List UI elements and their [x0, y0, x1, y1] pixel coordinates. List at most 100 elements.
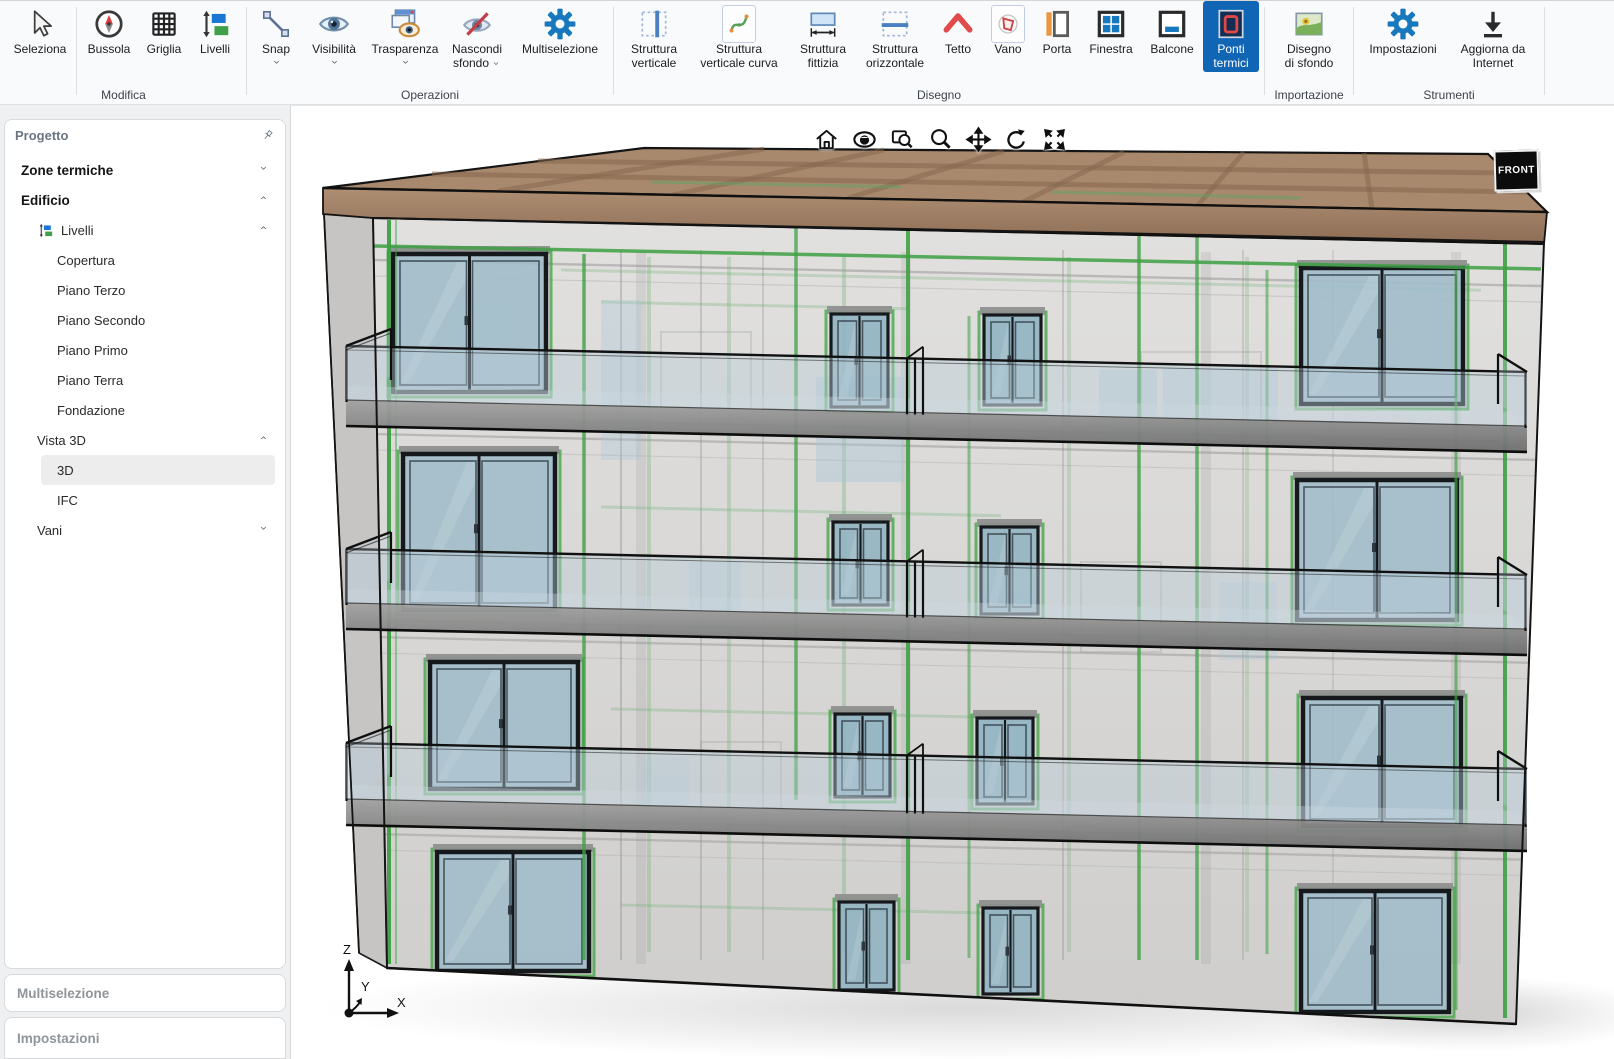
- ribbon-button-livelli[interactable]: Livelli: [189, 1, 241, 59]
- orbit-eye-icon[interactable]: [851, 126, 878, 153]
- ribbon-group-strumenti: Impostazioni Aggiorna daInternet Strumenti: [1357, 1, 1541, 104]
- livelli-icon: [37, 222, 54, 239]
- ribbon-button-visibilita[interactable]: Visibilità: [300, 1, 368, 69]
- ribbon-button-label: Balcone: [1150, 43, 1193, 57]
- ribbon-button-impostazioni[interactable]: Impostazioni: [1359, 1, 1447, 59]
- ribbon-button-label: Tetto: [945, 43, 971, 57]
- ribbon-button-label: Nascondisfondo: [452, 43, 502, 70]
- ribbon-group-divider: [1264, 7, 1265, 95]
- ribbon-button-label: Strutturaorizzontale: [866, 43, 924, 70]
- tree-item-label: Piano Terra: [57, 373, 123, 388]
- ribbon-button-seleziona[interactable]: Seleziona: [6, 1, 74, 59]
- ribbon-button-label: Griglia: [147, 43, 182, 57]
- ribbon-button-tetto[interactable]: Tetto: [933, 1, 983, 59]
- ribbon-group-divider: [1353, 7, 1354, 95]
- chevron-up-icon[interactable]: [258, 224, 269, 232]
- multiselezione-panel-header[interactable]: Multiselezione: [4, 974, 286, 1012]
- chevron-down-icon[interactable]: [258, 524, 269, 532]
- gear-icon: [543, 7, 577, 41]
- ribbon-button-vano[interactable]: Vano: [983, 1, 1033, 59]
- chevron-down-icon: [491, 60, 501, 67]
- tree-item-label: Livelli: [61, 223, 94, 238]
- tree-item-label: Vista 3D: [37, 433, 86, 448]
- chevron-up-icon[interactable]: [258, 434, 269, 442]
- tree-item-fondazione[interactable]: Fondazione: [5, 395, 285, 425]
- pin-icon[interactable]: [260, 128, 275, 143]
- tree-item-edificio[interactable]: Edificio: [5, 185, 285, 215]
- ribbon-button-trasparenza[interactable]: Trasparenza: [368, 1, 442, 69]
- chevron-up-icon[interactable]: [258, 194, 269, 202]
- building-model[interactable]: [321, 148, 1614, 1059]
- tree-item-piano-terzo[interactable]: Piano Terzo: [5, 275, 285, 305]
- ribbon-group-divider: [246, 7, 247, 95]
- axis-y-label: Y: [361, 979, 370, 994]
- tree-item-piano-primo[interactable]: Piano Primo: [5, 335, 285, 365]
- axis-z-label: Z: [343, 942, 351, 957]
- gear-icon: [1386, 7, 1420, 41]
- balcony-icon: [1155, 7, 1189, 41]
- window-icon: [1094, 7, 1128, 41]
- tree-item-label: Zone termiche: [21, 163, 113, 178]
- ribbon-button-disegno-di-sfondo[interactable]: Disegnodi sfondo: [1270, 1, 1348, 72]
- axis-x-label: X: [397, 995, 406, 1010]
- ribbon-button-porta[interactable]: Porta: [1033, 1, 1081, 59]
- ribbon-group-operazioni: Snap Visibilità Trasparenza Nascondisfondo M…: [250, 1, 610, 104]
- ribbon-button-label: Disegnodi sfondo: [1285, 43, 1334, 70]
- project-panel-title: Progetto: [15, 128, 68, 143]
- struct-f-icon: [806, 7, 840, 41]
- navigation-cube[interactable]: FRONT: [1493, 149, 1539, 191]
- home-view-icon[interactable]: [813, 126, 840, 153]
- hide-bg-icon: [460, 7, 494, 41]
- tree-item-label: Edificio: [21, 193, 70, 208]
- impostazioni-panel-header[interactable]: Impostazioni: [4, 1017, 286, 1059]
- ribbon-button-ponti-termici[interactable]: Pontitermici: [1203, 1, 1259, 72]
- chevron-down-icon[interactable]: [258, 164, 269, 172]
- ribbon-button-griglia[interactable]: Griglia: [139, 1, 189, 59]
- eye-icon: [317, 7, 351, 41]
- tree-item-label: Piano Terzo: [57, 283, 125, 298]
- ribbon-button-finestra[interactable]: Finestra: [1081, 1, 1141, 59]
- 3d-viewport[interactable]: FRONT Z Y X: [290, 105, 1614, 1059]
- ribbon-group-label: Strumenti: [1357, 88, 1541, 102]
- ribbon-button-snap[interactable]: Snap: [252, 1, 300, 69]
- download-icon: [1476, 7, 1510, 41]
- cursor-icon: [23, 7, 57, 41]
- ribbon-group-label: Importazione: [1268, 88, 1350, 102]
- ribbon-button-label: Snap: [262, 43, 290, 57]
- ribbon-button-label: Impostazioni: [1369, 43, 1436, 57]
- rotate-icon[interactable]: [1003, 126, 1030, 153]
- tree-item-copertura[interactable]: Copertura: [5, 245, 285, 275]
- ribbon-button-aggiorna-da-internet[interactable]: Aggiorna daInternet: [1447, 1, 1539, 72]
- tree-item-label: Copertura: [57, 253, 115, 268]
- tree-item-label: Piano Primo: [57, 343, 128, 358]
- ribbon-button-struttura-fittizia[interactable]: Strutturafittizia: [789, 1, 857, 72]
- tree-item-piano-terra[interactable]: Piano Terra: [5, 365, 285, 395]
- ribbon-button-label: Multiselezione: [522, 43, 598, 57]
- ribbon-group-disegno: Strutturaverticale Strutturaverticale cur…: [617, 1, 1261, 104]
- ribbon-button-struttura-orizzontale[interactable]: Strutturaorizzontale: [857, 1, 933, 72]
- tree-item-vani[interactable]: Vani: [5, 515, 285, 545]
- tree-item-vista-3d[interactable]: Vista 3D: [5, 425, 285, 455]
- ribbon-button-label: Visibilità: [312, 43, 356, 57]
- fit-screen-icon[interactable]: [1041, 126, 1068, 153]
- ribbon-button-multiselezione[interactable]: Multiselezione: [512, 1, 608, 59]
- tree-item-zone-termiche[interactable]: Zone termiche: [5, 155, 285, 185]
- ribbon-button-struttura-verticale[interactable]: Strutturaverticale: [619, 1, 689, 72]
- tree-item-piano-secondo[interactable]: Piano Secondo: [5, 305, 285, 335]
- ribbon-button-balcone[interactable]: Balcone: [1141, 1, 1203, 59]
- ribbon-button-label: Porta: [1043, 43, 1072, 57]
- ribbon-button-struttura-verticale-curva[interactable]: Strutturaverticale curva: [689, 1, 789, 72]
- tree-item-livelli[interactable]: Livelli: [5, 215, 285, 245]
- tree-item-3d[interactable]: 3D: [41, 455, 275, 485]
- ribbon-button-nascondi-sfondo[interactable]: Nascondisfondo: [442, 1, 512, 72]
- tree-item-ifc[interactable]: IFC: [5, 485, 285, 515]
- ribbon-button-label: Strutturaverticale: [631, 43, 677, 70]
- building-model-canvas[interactable]: [291, 106, 1614, 1059]
- transparency-icon: [388, 7, 422, 41]
- zoom-window-icon[interactable]: [889, 126, 916, 153]
- ribbon-button-label: Bussola: [88, 43, 131, 57]
- zoom-icon[interactable]: [927, 126, 954, 153]
- project-tree: Zone termiche Edificio Livelli Copertura Pia…: [5, 145, 285, 545]
- ribbon-button-bussola[interactable]: Bussola: [79, 1, 139, 59]
- pan-icon[interactable]: [965, 126, 992, 153]
